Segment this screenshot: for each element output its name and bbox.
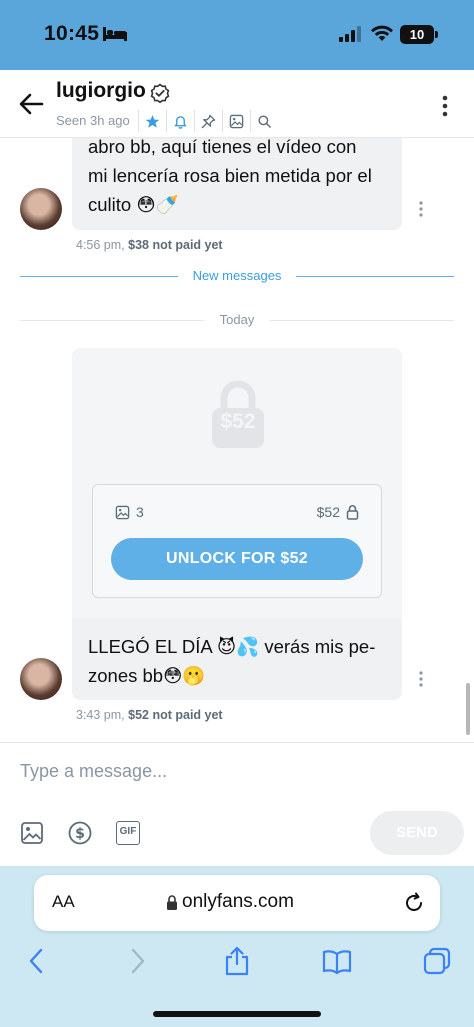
reload-icon[interactable] (402, 891, 426, 915)
dollar-icon[interactable]: $ (68, 821, 92, 845)
url-text[interactable]: onlyfans.com (182, 891, 294, 913)
media-count-value: 3 (136, 504, 144, 520)
message-time: 4:56 pm, (76, 238, 125, 252)
locked-overlay-price: $52 (220, 410, 256, 433)
bed-icon (103, 27, 127, 41)
more-vertical-icon[interactable] (440, 94, 450, 118)
forward-icon[interactable] (122, 946, 152, 976)
address-bar[interactable]: AA onlyfans.com (34, 875, 440, 931)
message-price-status: $38 not paid yet (128, 238, 223, 252)
pin-button[interactable] (194, 110, 222, 132)
media-price-value: $52 (316, 504, 340, 520)
avatar[interactable] (20, 658, 62, 700)
browser-toolbar: AA onlyfans.com (0, 866, 474, 1027)
status-bar: 10:45 10 (0, 0, 474, 70)
signal-icon (339, 26, 361, 42)
new-messages-divider (296, 276, 454, 277)
message-options-icon[interactable] (418, 670, 424, 688)
avatar[interactable] (20, 188, 62, 230)
media-gallery-button[interactable] (222, 110, 250, 132)
price-box: 3 $52 UNLOCK FOR $52 (92, 484, 382, 598)
media-count: 3 (115, 504, 144, 520)
new-messages-label: New messages (192, 268, 282, 283)
svg-text:$: $ (75, 826, 85, 842)
locked-media[interactable]: $52 3 $52 UNLOCK FOR $52 (72, 348, 402, 618)
reader-settings-button[interactable]: AA (52, 892, 75, 912)
media-price: $52 (317, 504, 359, 520)
verified-icon (150, 83, 170, 103)
message-time: 3:43 pm, (76, 708, 125, 722)
message-line: abro bb, aquí tienes el vídeo con (88, 136, 357, 157)
message-line: mi lencería rosa bien metida por el (88, 165, 372, 186)
gif-icon[interactable]: GIF (116, 821, 140, 845)
bell-icon (174, 115, 187, 129)
wifi-icon (371, 25, 393, 41)
message-text: LLEGÓ EL DÍA 😈💦 verás mis pe- zones bb😳🫢 (88, 632, 375, 690)
image-icon (229, 114, 244, 128)
tabs-icon[interactable] (422, 946, 452, 976)
message-input[interactable]: Type a message... (20, 761, 167, 782)
battery-indicator: 10 (400, 25, 434, 44)
message-line: zones bb😳🫢 (88, 665, 206, 686)
message-meta: 4:56 pm, $38 not paid yet (76, 238, 223, 252)
message-composer: Type a message... $ GIF SEND (0, 742, 474, 866)
date-label: Today (219, 312, 255, 327)
message-line: LLEGÓ EL DÍA 😈💦 verás mis pe- (88, 636, 376, 657)
back-icon[interactable] (22, 946, 52, 976)
message-options-icon[interactable] (418, 200, 424, 218)
message-text: abro bb, aquí tienes el vídeo con mi len… (88, 132, 372, 219)
new-messages-divider (20, 276, 178, 277)
share-icon[interactable] (222, 946, 252, 976)
date-divider (20, 320, 204, 321)
notifications-button[interactable] (166, 110, 194, 132)
home-indicator (153, 1011, 321, 1017)
back-arrow-icon[interactable] (18, 92, 44, 116)
battery-tip (435, 31, 438, 38)
image-icon (115, 505, 130, 519)
chat-username[interactable]: lugiorgio (56, 79, 146, 103)
lock-icon (167, 895, 177, 910)
pin-icon (201, 114, 216, 128)
date-divider (270, 320, 454, 321)
header-actions (138, 110, 278, 132)
status-time: 10:45 (44, 22, 100, 45)
unlock-button[interactable]: UNLOCK FOR $52 (111, 538, 363, 580)
message-meta: 3:43 pm, $52 not paid yet (76, 708, 223, 722)
last-seen: Seen 3h ago (56, 113, 130, 128)
send-button[interactable]: SEND (370, 811, 464, 855)
search-icon (258, 114, 271, 128)
star-icon (145, 114, 160, 128)
favorite-button[interactable] (138, 110, 166, 132)
chat-scrollbar[interactable] (466, 683, 470, 735)
search-button[interactable] (250, 110, 278, 132)
message-line: culito 😳🍼 (88, 194, 179, 215)
message-price-status: $52 not paid yet (128, 708, 223, 722)
image-icon[interactable] (20, 821, 44, 845)
chat-header: lugiorgio Seen 3h ago (0, 70, 474, 138)
bookmarks-icon[interactable] (322, 946, 352, 976)
lock-icon (346, 505, 359, 520)
